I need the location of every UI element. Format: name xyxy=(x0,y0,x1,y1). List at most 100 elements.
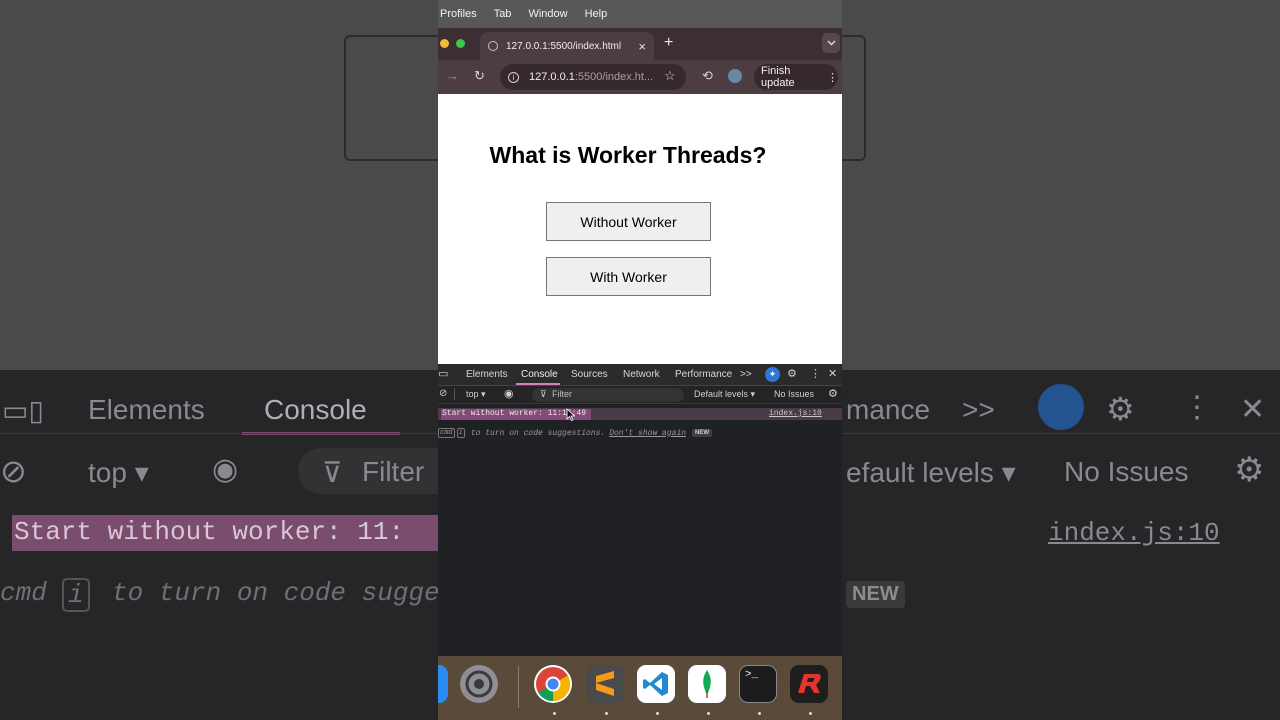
system-settings-icon[interactable] xyxy=(460,665,498,703)
menu-profiles[interactable]: Profiles xyxy=(440,8,477,20)
background-tab-console: Console xyxy=(264,394,367,425)
issues-counter[interactable]: No Issues xyxy=(774,389,814,399)
clear-console-icon[interactable]: ⊘ xyxy=(439,388,447,399)
background-gear-icon: ⚙ xyxy=(1106,391,1135,427)
web-page: What is Worker Threads? Without Worker W… xyxy=(438,94,842,364)
console-toolbar: ⊘ top ▾ ◉ ⊽ Filter Default levels ▾ No I… xyxy=(438,386,842,404)
bookmark-star-icon[interactable]: ☆ xyxy=(664,68,676,84)
browser-frame: Profiles Tab Window Help 127.0.0.1:5500/… xyxy=(438,0,842,720)
menu-help[interactable]: Help xyxy=(585,8,608,20)
background-log-source: index.js:10 xyxy=(1048,518,1220,548)
background-frame xyxy=(344,35,440,161)
background-new-badge: NEW xyxy=(846,581,905,608)
background-issues: No Issues xyxy=(1064,456,1189,487)
without-worker-button[interactable]: Without Worker xyxy=(546,202,711,241)
device-toolbar-icon[interactable]: ▭ xyxy=(438,367,448,380)
page-title: What is Worker Threads? xyxy=(489,142,767,168)
background-more-icon: ⋮ xyxy=(1182,391,1212,424)
running-indicator xyxy=(553,712,556,715)
menu-window[interactable]: Window xyxy=(528,8,567,20)
background-log-text: Start without worker: 11: xyxy=(14,517,405,547)
more-tabs-icon[interactable]: >> xyxy=(740,369,752,380)
browser-tab[interactable]: 127.0.0.1:5500/index.html × xyxy=(480,32,654,60)
zoom-button[interactable] xyxy=(456,39,465,48)
finish-update-button[interactable]: Finish update ⋮ xyxy=(754,64,838,90)
dont-show-again-link[interactable]: Don't show again xyxy=(609,429,686,438)
background-divider xyxy=(842,433,1280,434)
background-context: top ▾ xyxy=(88,457,149,488)
log-levels-dropdown[interactable]: Default levels ▾ xyxy=(694,389,755,400)
background-tab-performance: mance xyxy=(846,394,931,425)
eye-icon[interactable]: ◉ xyxy=(504,387,514,400)
mongodb-compass-icon[interactable] xyxy=(688,665,726,703)
running-indicator xyxy=(707,712,710,715)
divider xyxy=(454,388,455,400)
background-hint-key2: i xyxy=(62,578,90,612)
new-badge: NEW xyxy=(692,429,713,437)
running-indicator xyxy=(809,712,812,715)
background-close-icon: ✕ xyxy=(1240,393,1266,426)
console-settings-icon[interactable]: ⚙ xyxy=(828,387,838,400)
hint-key-cmd: cmd xyxy=(438,428,455,438)
sublime-text-icon[interactable] xyxy=(586,665,624,703)
with-worker-button[interactable]: With Worker xyxy=(546,257,711,296)
settings-gear-icon[interactable]: ⚙ xyxy=(787,367,797,380)
chevron-down-icon xyxy=(827,40,835,46)
redis-insight-icon[interactable] xyxy=(790,665,828,703)
globe-icon xyxy=(488,41,498,51)
filter-placeholder: Filter xyxy=(552,389,572,399)
browser-toolbar: → ↻ i 127.0.0.1:5500/index.ht... ☆ ⟲ Fin… xyxy=(438,60,842,94)
mouse-cursor-icon xyxy=(566,408,575,421)
info-icon[interactable]: i xyxy=(508,71,519,83)
profile-avatar[interactable] xyxy=(728,69,742,83)
tab-sources[interactable]: Sources xyxy=(571,369,608,380)
code-suggestion-hint: cmd i to turn on code suggestions. Don't… xyxy=(438,428,713,438)
background-hint-key: cmd xyxy=(0,578,47,608)
background-clear-icon: ⊘ xyxy=(0,453,27,489)
background-filter-icon: ⊽ xyxy=(322,457,343,488)
running-indicator xyxy=(656,712,659,715)
macos-dock: >_ xyxy=(438,656,842,720)
menu-tab[interactable]: Tab xyxy=(494,8,512,20)
running-indicator xyxy=(758,712,761,715)
context-selector[interactable]: top ▾ xyxy=(466,389,486,400)
running-indicator xyxy=(605,712,608,715)
background-hint-text: to turn on code sugge xyxy=(112,578,440,608)
url-text: 127.0.0.1:5500/index.ht... xyxy=(529,71,654,83)
macos-menubar: Profiles Tab Window Help xyxy=(438,0,842,28)
hint-key-i: i xyxy=(456,428,465,438)
background-device-icon: ▭▯ xyxy=(2,395,44,426)
filter-icon: ⊽ xyxy=(540,389,547,399)
hint-text: to turn on code suggestions. xyxy=(470,428,606,438)
background-frame xyxy=(842,35,866,161)
close-devtools-icon[interactable]: ✕ xyxy=(828,367,837,380)
tab-console[interactable]: Console xyxy=(521,369,558,380)
terminal-icon[interactable]: >_ xyxy=(739,665,777,703)
tab-performance[interactable]: Performance xyxy=(675,369,732,380)
new-tab-button[interactable]: + xyxy=(664,34,673,52)
finder-icon[interactable] xyxy=(438,665,448,703)
vscode-icon[interactable] xyxy=(637,665,675,703)
ai-assistance-icon[interactable]: ✦ xyxy=(765,367,780,382)
address-bar[interactable]: i 127.0.0.1:5500/index.ht... xyxy=(500,64,686,90)
extension-icon[interactable]: ⟲ xyxy=(702,68,713,84)
tab-close-icon[interactable]: × xyxy=(638,39,646,54)
chrome-icon[interactable] xyxy=(534,665,572,703)
more-options-icon[interactable]: ⋮ xyxy=(810,367,821,380)
dock-separator xyxy=(518,666,519,708)
console-output: Start without worker: 11:15:49 index.js:… xyxy=(438,404,842,656)
reload-icon[interactable]: ↻ xyxy=(474,68,485,84)
tab-search-button[interactable] xyxy=(822,33,840,53)
more-icon: ⋮ xyxy=(827,71,838,84)
minimize-button[interactable] xyxy=(440,39,449,48)
background-copilot-icon xyxy=(1038,384,1084,430)
background-more-tabs: >> xyxy=(962,394,995,425)
forward-icon[interactable]: → xyxy=(446,68,459,83)
tab-title: 127.0.0.1:5500/index.html xyxy=(506,40,622,52)
background-eye-icon: ◉ xyxy=(212,453,239,486)
log-source-link[interactable]: index.js:10 xyxy=(769,409,822,418)
background-settings-icon: ⚙ xyxy=(1234,451,1265,489)
tab-network[interactable]: Network xyxy=(623,369,660,380)
tab-elements[interactable]: Elements xyxy=(466,369,508,380)
background-divider xyxy=(0,433,438,434)
